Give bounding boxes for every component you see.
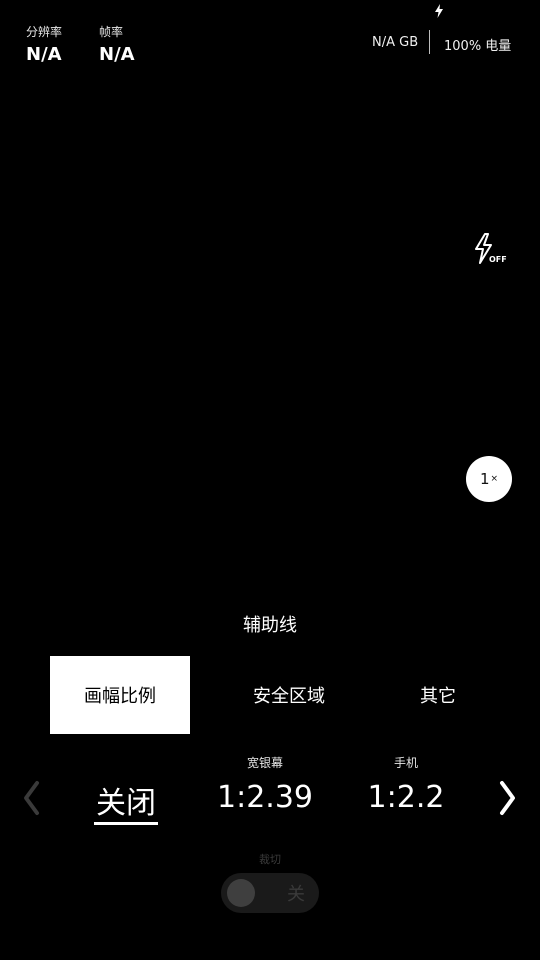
resolution-value: N/A: [26, 44, 62, 65]
battery-text: 100% 电量: [444, 39, 512, 54]
ratio-caption: 手机: [393, 756, 418, 770]
crop-toggle[interactable]: 关: [221, 873, 319, 913]
status-divider: [429, 30, 430, 54]
ratio-value: 关闭: [96, 786, 156, 821]
resolution-label: 分辨率: [26, 25, 63, 39]
zoom-value: 1: [479, 470, 490, 488]
guides-title: 辅助线: [243, 615, 297, 636]
ratio-option-phone[interactable]: 1:2.2: [351, 780, 461, 815]
fps-label: 帧率: [99, 25, 124, 39]
storage-text: N/A GB: [372, 35, 419, 50]
zoom-button[interactable]: 1 ×: [466, 456, 512, 502]
tab-aspect-ratio[interactable]: 画幅比例: [50, 656, 190, 734]
charging-icon: [435, 4, 443, 18]
ratio-option-anamorphic[interactable]: 1:2.39: [205, 780, 325, 815]
ratio-caption: 宽银幕: [246, 756, 283, 770]
tab-safe-area[interactable]: 安全区域: [219, 656, 359, 734]
chevron-right-icon[interactable]: [497, 780, 519, 816]
chevron-left-icon[interactable]: [20, 780, 42, 816]
fps-value: N/A: [99, 44, 135, 65]
toggle-state-text: 关: [287, 884, 305, 905]
svg-text:OFF: OFF: [489, 255, 507, 264]
tab-other[interactable]: 其它: [388, 656, 488, 734]
crop-label: 裁切: [259, 853, 281, 866]
ratio-option-off[interactable]: 关闭: [84, 778, 168, 825]
toggle-knob: [227, 879, 255, 907]
selected-underline: [94, 822, 158, 825]
flash-off-icon[interactable]: OFF: [472, 232, 508, 266]
zoom-suffix: ×: [490, 474, 499, 484]
